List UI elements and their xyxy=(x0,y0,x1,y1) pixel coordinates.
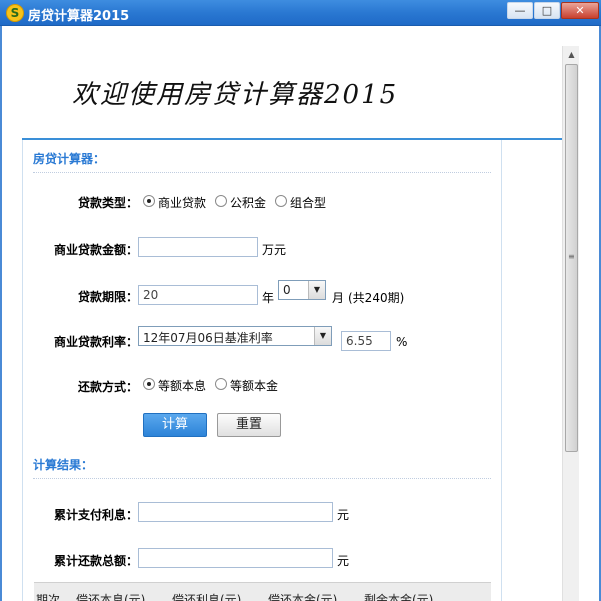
interest-rate-unit: % xyxy=(396,335,408,349)
section-divider xyxy=(33,478,491,479)
total-interest-output[interactable] xyxy=(138,502,333,522)
scrollbar-grip-icon: ≡ xyxy=(568,252,575,261)
repayment-method-label: 还款方式： xyxy=(78,380,139,394)
loan-term-months-select[interactable]: 0 ▼ xyxy=(278,280,326,300)
vertical-scrollbar[interactable]: ▲ ≡ xyxy=(562,46,579,601)
window-frame-left xyxy=(0,26,2,601)
loan-term-months-value: 0 xyxy=(283,283,291,297)
loan-type-combined-radio[interactable] xyxy=(275,195,287,207)
reset-button[interactable]: 重置 xyxy=(217,413,281,437)
loan-term-years-input[interactable]: 20 xyxy=(138,285,258,305)
loan-amount-unit: 万元 xyxy=(262,243,287,257)
total-repayment-output[interactable] xyxy=(138,548,333,568)
close-button[interactable]: ✕ xyxy=(561,2,599,19)
banner-title: 欢迎使用房贷计算器2015 xyxy=(72,80,399,110)
minimize-button[interactable]: — xyxy=(507,2,533,19)
loan-type-fund-label[interactable]: 公积金 xyxy=(230,194,266,211)
window-title: 房贷计算器2015 xyxy=(28,9,130,24)
loan-term-label: 贷款期限： xyxy=(78,290,139,304)
results-section-title: 计算结果： xyxy=(33,458,94,472)
repayment-equal-principal-radio[interactable] xyxy=(215,378,227,390)
repayment-equal-principal-label[interactable]: 等额本金 xyxy=(230,377,278,394)
schedule-table-header: 期次 偿还本息(元) 偿还利息(元) 偿还本金(元) 剩余本金(元) xyxy=(34,582,491,601)
table-header-payment: 偿还本息(元) xyxy=(76,593,146,601)
interest-rate-input[interactable]: 6.55 xyxy=(341,331,391,351)
table-header-interest: 偿还利息(元) xyxy=(172,593,242,601)
table-header-period: 期次 xyxy=(36,593,61,601)
interest-rate-select[interactable]: 12年07月06日基准利率 ▼ xyxy=(138,326,332,346)
total-repayment-unit: 元 xyxy=(337,554,350,568)
app-icon: S xyxy=(6,4,24,22)
loan-type-commercial-label[interactable]: 商业贷款 xyxy=(158,194,206,211)
scrollbar-thumb[interactable]: ≡ xyxy=(565,64,578,452)
chevron-down-icon[interactable]: ▼ xyxy=(308,281,325,299)
table-header-remaining: 剩余本金(元) xyxy=(364,593,434,601)
title-bar: S 房贷计算器2015 — □ ✕ xyxy=(0,0,601,26)
loan-term-years-unit: 年 xyxy=(262,291,275,305)
total-interest-unit: 元 xyxy=(337,508,350,522)
calculate-button[interactable]: 计算 xyxy=(143,413,207,437)
table-header-principal: 偿还本金(元) xyxy=(268,593,338,601)
loan-term-months-unit: 月 xyxy=(332,291,345,305)
loan-type-label: 贷款类型： xyxy=(78,196,139,210)
scroll-up-arrow-icon[interactable]: ▲ xyxy=(563,46,580,63)
repayment-equal-installment-radio[interactable] xyxy=(143,378,155,390)
calculator-section-title: 房贷计算器： xyxy=(33,152,106,166)
loan-type-commercial-radio[interactable] xyxy=(143,195,155,207)
total-repayment-label: 累计还款总额： xyxy=(54,554,139,568)
loan-amount-label: 商业贷款金额： xyxy=(54,243,139,257)
loan-type-combined-label[interactable]: 组合型 xyxy=(290,194,326,211)
loan-term-total-periods: (共240期) xyxy=(348,291,405,305)
chevron-down-icon[interactable]: ▼ xyxy=(314,327,331,345)
repayment-equal-installment-label[interactable]: 等额本息 xyxy=(158,377,206,394)
maximize-button[interactable]: □ xyxy=(534,2,560,19)
total-interest-label: 累计支付利息： xyxy=(54,508,139,522)
loan-type-fund-radio[interactable] xyxy=(215,195,227,207)
loan-amount-input[interactable] xyxy=(138,237,258,257)
section-divider xyxy=(33,172,491,173)
interest-rate-label: 商业贷款利率： xyxy=(54,335,139,349)
interest-rate-selected-option: 12年07月06日基准利率 xyxy=(143,331,273,345)
